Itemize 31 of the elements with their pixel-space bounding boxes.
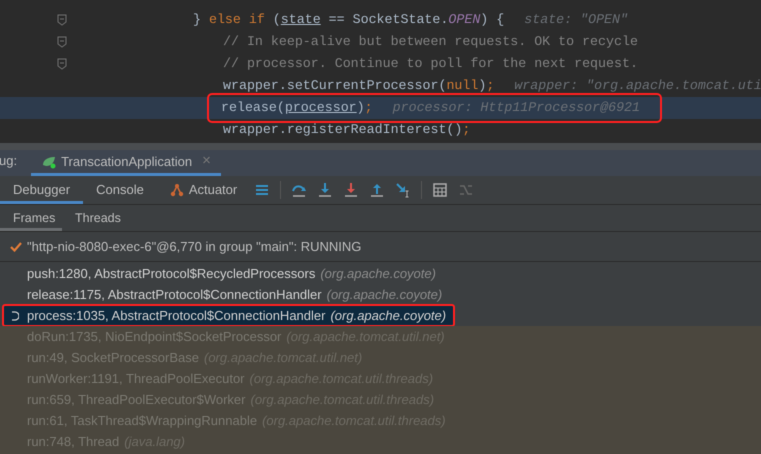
- debugger-tab[interactable]: Actuator: [156, 176, 250, 204]
- actuator-icon: [170, 183, 184, 197]
- code-line: wrapper.registerReadInterest();: [223, 121, 470, 140]
- code-line: } else if (state == SocketState.OPEN) { state: "OPEN": [193, 10, 628, 30]
- force-step-into-icon[interactable]: [343, 182, 360, 198]
- fold-marker-icon[interactable]: [57, 36, 67, 48]
- fold-marker-icon[interactable]: [57, 58, 67, 70]
- fold-marker-icon[interactable]: [57, 14, 67, 26]
- stack-frame-row[interactable]: push:1280, AbstractProtocol$RecycledProcessors (org.apache.coyote): [0, 263, 761, 284]
- inline-value-hint: processor: Http11Processor@6921: [392, 99, 640, 118]
- stack-frame-row[interactable]: release:1175, AbstractProtocol$ConnectionHandler (org.apache.coyote): [0, 284, 761, 305]
- debug-label: ug:: [0, 152, 18, 170]
- debugger-tab[interactable]: Debugger: [0, 176, 84, 204]
- session-tab[interactable]: TranscationApplication ×: [31, 150, 221, 176]
- run-to-cursor-icon[interactable]: [395, 182, 412, 198]
- step-out-icon[interactable]: [369, 182, 386, 198]
- menu-icon[interactable]: [254, 182, 270, 198]
- stack-frame-row[interactable]: process:1035, AbstractProtocol$ConnectionHandler (org.apache.coyote): [3, 305, 454, 326]
- debugger-tab[interactable]: Console: [83, 176, 157, 204]
- code-line: // In keep-alive but between requests. OK to recycle: [223, 33, 638, 52]
- code-line: wrapper.setCurrentProcessor(null); wrapper: "org.apache.tomcat.uti: [223, 76, 761, 96]
- panel-tab[interactable]: Threads: [62, 205, 134, 231]
- inline-value-hint: wrapper: "org.apache.tomcat.uti: [514, 77, 761, 96]
- thread-status[interactable]: "http-nio-8080-exec-6"@6,770 in group "main": RUNNING: [27, 236, 362, 256]
- step-into-icon[interactable]: [317, 182, 334, 198]
- highlighted-code-line: release(processor); processor: Http11Processor@6921: [209, 95, 660, 121]
- panel-tab[interactable]: Frames: [0, 205, 62, 231]
- inline-value-hint: state: "OPEN": [524, 11, 628, 30]
- code-line: // processor. Continue to poll for the next request.: [223, 55, 638, 74]
- calculator-icon[interactable]: [432, 182, 448, 198]
- checkmark-icon: [10, 242, 22, 252]
